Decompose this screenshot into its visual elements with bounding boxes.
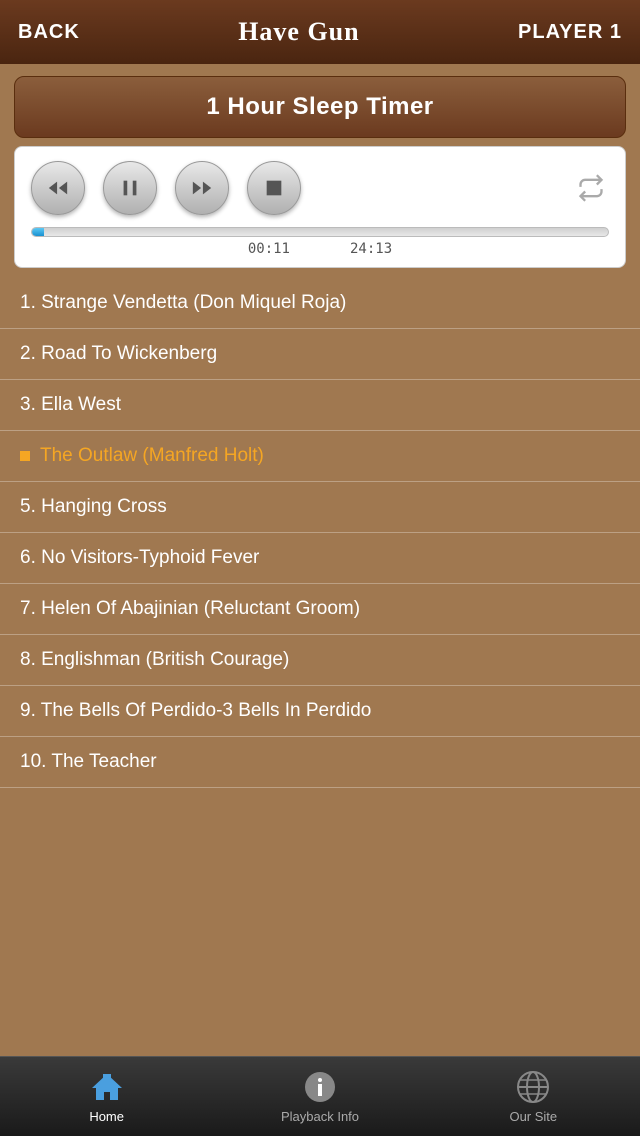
pause-icon: [119, 177, 141, 199]
info-icon-svg: [303, 1070, 337, 1104]
time-row: 00:11 24:13: [31, 241, 609, 257]
track-item-9[interactable]: 9. The Bells Of Perdido-3 Bells In Perdi…: [0, 686, 640, 737]
track-item-6[interactable]: 6. No Visitors-Typhoid Fever: [0, 533, 640, 584]
track-label: 7. Helen Of Abajinian (Reluctant Groom): [20, 598, 360, 620]
info-icon: [302, 1069, 338, 1105]
pause-button[interactable]: [103, 161, 157, 215]
track-item-2[interactable]: 2. Road To Wickenberg: [0, 329, 640, 380]
progress-fill: [32, 228, 44, 236]
track-item-4[interactable]: The Outlaw (Manfred Holt): [0, 431, 640, 482]
tab-site-label: Our Site: [509, 1109, 557, 1124]
track-label: 3. Ella West: [20, 394, 121, 416]
repeat-icon: [577, 174, 605, 202]
track-list: 1. Strange Vendetta (Don Miquel Roja) 2. …: [0, 278, 640, 1060]
track-label: 2. Road To Wickenberg: [20, 343, 217, 365]
progress-container[interactable]: [31, 227, 609, 237]
app-header: BACK Have Gun PLAYER 1: [0, 0, 640, 64]
track-label: 9. The Bells Of Perdido-3 Bells In Perdi…: [20, 700, 371, 722]
track-item-10[interactable]: 10. The Teacher: [0, 737, 640, 788]
stop-icon: [263, 177, 285, 199]
active-indicator: [20, 451, 30, 461]
rewind-icon: [47, 177, 69, 199]
player-controls-box: 00:11 24:13: [14, 146, 626, 268]
tab-playback-label: Playback Info: [281, 1109, 359, 1124]
controls-row: [31, 161, 609, 215]
tab-site[interactable]: Our Site: [427, 1057, 640, 1136]
total-time: 24:13: [350, 241, 392, 257]
back-button[interactable]: BACK: [18, 21, 80, 44]
track-label: 5. Hanging Cross: [20, 496, 167, 518]
tab-bar: Home Playback Info Our Site: [0, 1056, 640, 1136]
track-item-5[interactable]: 5. Hanging Cross: [0, 482, 640, 533]
tab-playback[interactable]: Playback Info: [213, 1057, 426, 1136]
sleep-timer-banner[interactable]: 1 Hour Sleep Timer: [14, 76, 626, 138]
track-item-7[interactable]: 7. Helen Of Abajinian (Reluctant Groom): [0, 584, 640, 635]
player-indicator: PLAYER 1: [518, 21, 622, 44]
track-label: 6. No Visitors-Typhoid Fever: [20, 547, 259, 569]
globe-icon: [515, 1069, 551, 1105]
fast-forward-button[interactable]: [175, 161, 229, 215]
repeat-button[interactable]: [573, 170, 609, 206]
sleep-timer-label: 1 Hour Sleep Timer: [206, 93, 433, 120]
track-label: 8. Englishman (British Courage): [20, 649, 289, 671]
globe-icon-svg: [516, 1070, 550, 1104]
tab-home-label: Home: [89, 1109, 124, 1124]
track-label: The Outlaw (Manfred Holt): [40, 445, 264, 467]
track-item-3[interactable]: 3. Ella West: [0, 380, 640, 431]
stop-button[interactable]: [247, 161, 301, 215]
tab-home[interactable]: Home: [0, 1057, 213, 1136]
track-item-8[interactable]: 8. Englishman (British Courage): [0, 635, 640, 686]
home-icon: [89, 1069, 125, 1105]
current-time: 00:11: [248, 241, 290, 257]
home-icon-svg: [90, 1070, 124, 1104]
track-label: 1. Strange Vendetta (Don Miquel Roja): [20, 292, 346, 314]
rewind-button[interactable]: [31, 161, 85, 215]
track-item-1[interactable]: 1. Strange Vendetta (Don Miquel Roja): [0, 278, 640, 329]
fast-forward-icon: [191, 177, 213, 199]
track-label: 10. The Teacher: [20, 751, 157, 773]
progress-track: [31, 227, 609, 237]
app-title: Have Gun: [238, 17, 359, 47]
